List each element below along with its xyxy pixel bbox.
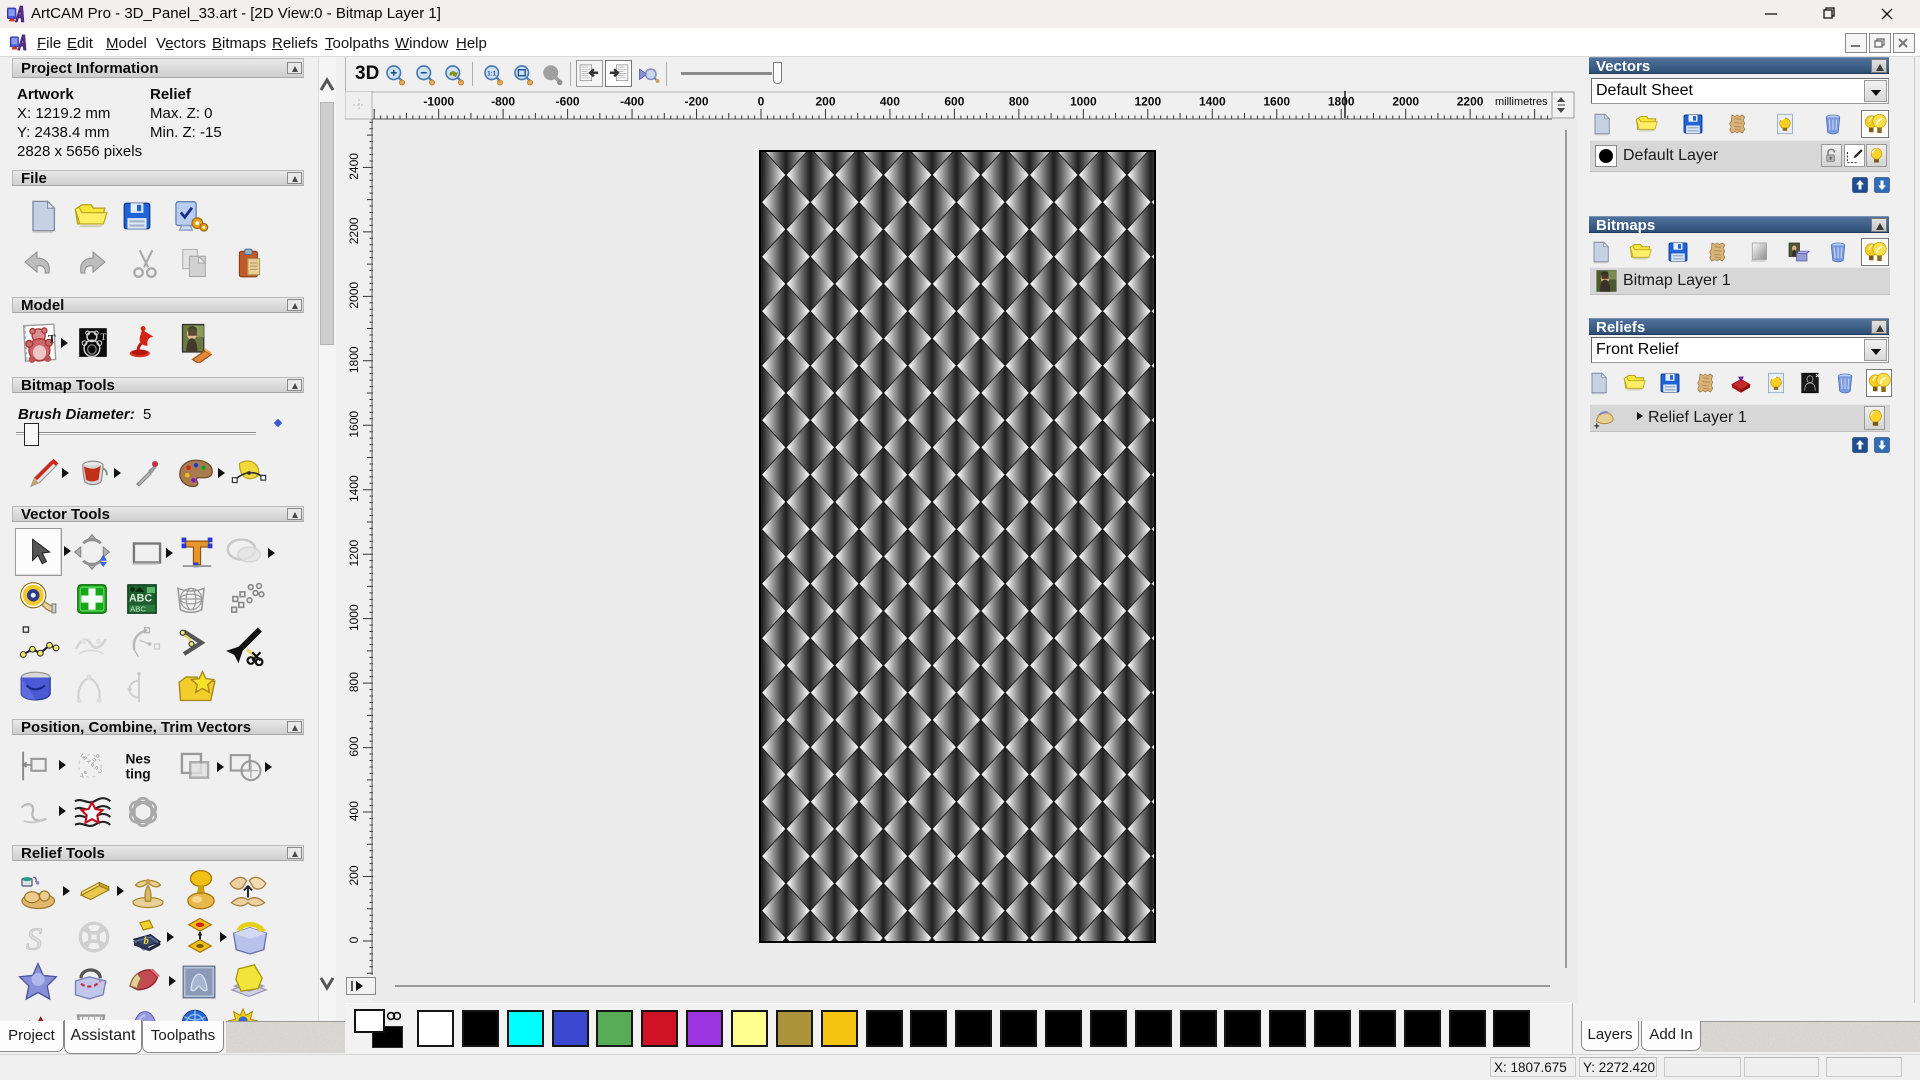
svg-text:200: 200	[347, 865, 361, 885]
svg-text:ABC: ABC	[129, 592, 152, 604]
svg-text:-400: -400	[620, 95, 644, 109]
svg-text:2000: 2000	[1392, 95, 1419, 109]
svg-text:0: 0	[758, 95, 765, 109]
svg-text:1200: 1200	[1134, 95, 1161, 109]
svg-text:400: 400	[880, 95, 900, 109]
svg-text:2200: 2200	[1457, 95, 1484, 109]
svg-text:1400: 1400	[347, 475, 361, 502]
svg-text:400: 400	[347, 801, 361, 821]
svg-text:1400: 1400	[1199, 95, 1226, 109]
svg-text:1600: 1600	[1263, 95, 1290, 109]
svg-text:T: T	[100, 332, 106, 343]
svg-text:-600: -600	[556, 95, 580, 109]
svg-text:1:1: 1:1	[487, 71, 496, 77]
svg-text:b: b	[143, 935, 149, 947]
svg-text:2200: 2200	[347, 217, 361, 244]
svg-text:1000: 1000	[347, 604, 361, 631]
svg-text:800: 800	[1009, 95, 1029, 109]
svg-text:ting: ting	[126, 767, 151, 782]
svg-text:600: 600	[944, 95, 964, 109]
svg-text:S: S	[26, 922, 42, 957]
svg-text:1200: 1200	[347, 540, 361, 567]
svg-text:Nes: Nes	[126, 752, 152, 767]
svg-text:T: T	[48, 331, 57, 345]
svg-text:2000: 2000	[347, 282, 361, 309]
svg-text:2400: 2400	[347, 153, 361, 180]
svg-text:-200: -200	[684, 95, 708, 109]
svg-text:millimetres: millimetres	[1495, 96, 1548, 108]
svg-text:-1000: -1000	[423, 95, 454, 109]
svg-text:0: 0	[347, 936, 361, 943]
svg-text:1600: 1600	[347, 411, 361, 438]
svg-text:-800: -800	[491, 95, 515, 109]
svg-text:200: 200	[815, 95, 835, 109]
svg-text:1800: 1800	[1328, 95, 1355, 109]
svg-text:1000: 1000	[1070, 95, 1097, 109]
svg-text:ABC: ABC	[130, 604, 146, 613]
svg-text:600: 600	[347, 736, 361, 756]
svg-text:1800: 1800	[347, 346, 361, 373]
svg-text:v e: v e	[79, 768, 90, 779]
svg-text:+: +	[1594, 421, 1600, 431]
svg-text:800: 800	[347, 672, 361, 692]
